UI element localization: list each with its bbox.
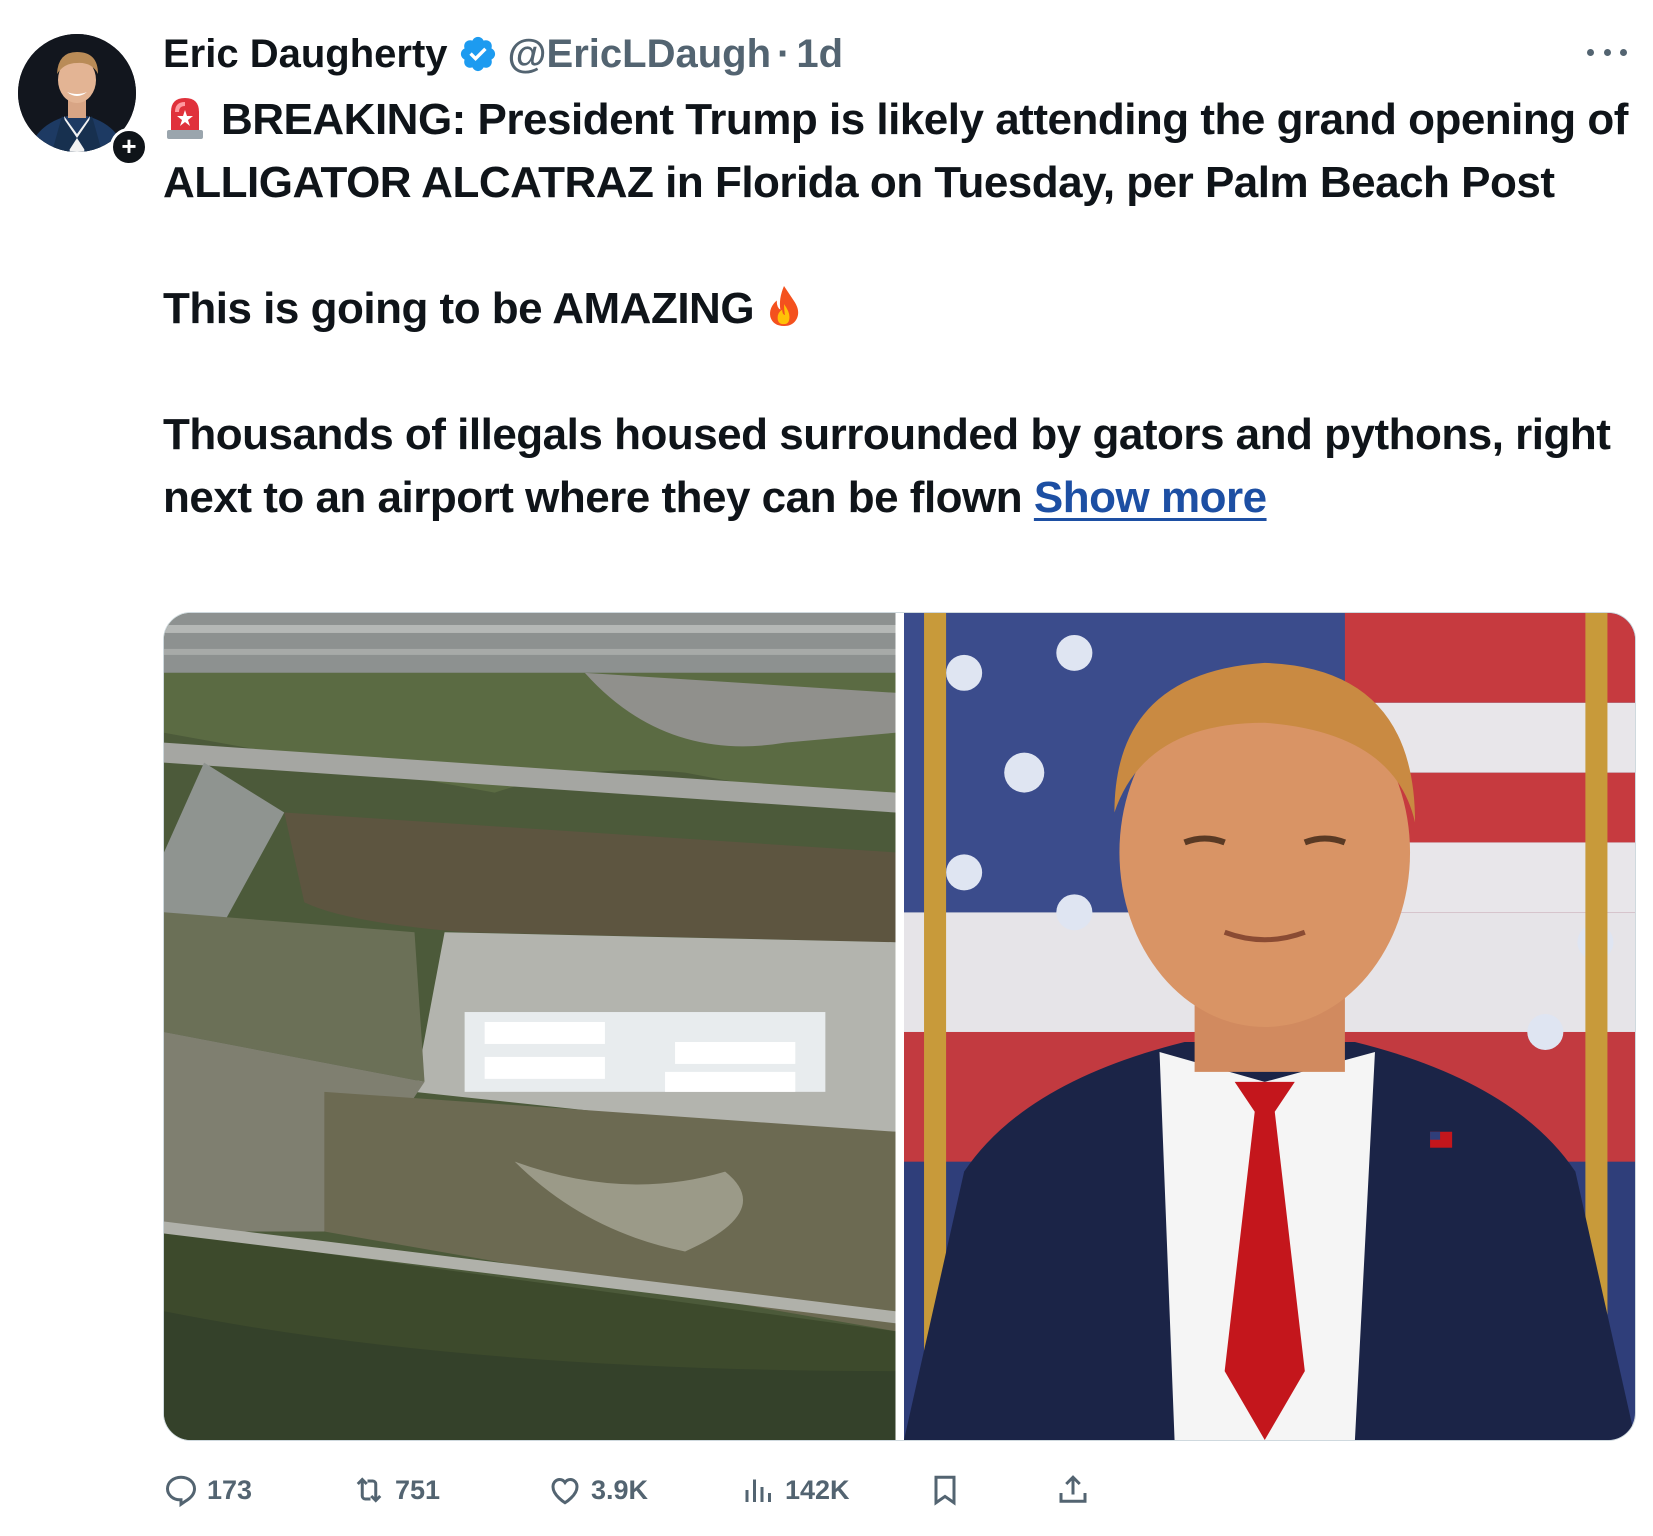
bookmark-icon xyxy=(934,1475,956,1506)
post-paragraph-3: Thousands of illegals housed surrounded … xyxy=(163,403,1643,529)
action-bar: 173 751 3.9K 142K xyxy=(163,1465,1163,1515)
like-count: 3.9K xyxy=(591,1474,649,1505)
tweet: + Eric Daugherty @EricLDaugh · 1d BREAKI… xyxy=(0,0,1653,1536)
author-display-name[interactable]: Eric Daugherty xyxy=(163,32,448,77)
reply-button[interactable]: 173 xyxy=(163,1465,252,1515)
reply-icon xyxy=(165,1475,197,1508)
aerial-photo[interactable] xyxy=(164,613,896,1440)
verified-badge-icon[interactable] xyxy=(458,34,498,74)
post-paragraph-2: This is going to be AMAZING xyxy=(163,277,1643,340)
author-handle[interactable]: @EricLDaugh xyxy=(508,32,771,77)
post-paragraph-2-text: This is going to be AMAZING xyxy=(163,284,755,333)
views-count: 142K xyxy=(785,1474,850,1505)
post-paragraph-3-text: Thousands of illegals housed surrounded … xyxy=(163,410,1611,522)
post-time[interactable]: 1d xyxy=(796,32,843,77)
repost-icon xyxy=(356,1477,382,1503)
more-icon[interactable] xyxy=(1587,38,1627,66)
show-more-link[interactable]: Show more xyxy=(1034,473,1267,522)
share-button[interactable] xyxy=(1055,1465,1099,1515)
reply-count: 173 xyxy=(207,1474,253,1505)
media-grid xyxy=(163,612,1636,1441)
like-button[interactable]: 3.9K xyxy=(547,1465,648,1515)
heart-icon xyxy=(551,1477,579,1505)
bookmark-button[interactable] xyxy=(927,1465,971,1515)
share-icon xyxy=(1059,1475,1087,1503)
post-paragraph-1: BREAKING: President Trump is likely atte… xyxy=(163,88,1643,214)
views-chart-icon xyxy=(745,1479,771,1502)
separator-dot: · xyxy=(777,31,791,76)
fire-emoji xyxy=(764,283,808,331)
repost-button[interactable]: 751 xyxy=(351,1465,440,1515)
portrait-photo[interactable] xyxy=(903,613,1635,1440)
repost-count: 751 xyxy=(395,1474,441,1505)
post-text: BREAKING: President Trump is likely atte… xyxy=(163,88,1643,529)
police-siren-emoji xyxy=(163,92,207,140)
follow-plus-icon[interactable]: + xyxy=(110,128,148,166)
tweet-header: Eric Daugherty @EricLDaugh · 1d xyxy=(163,26,843,82)
post-paragraph-1-text: BREAKING: President Trump is likely atte… xyxy=(163,95,1628,207)
views-button[interactable]: 142K xyxy=(741,1465,850,1515)
